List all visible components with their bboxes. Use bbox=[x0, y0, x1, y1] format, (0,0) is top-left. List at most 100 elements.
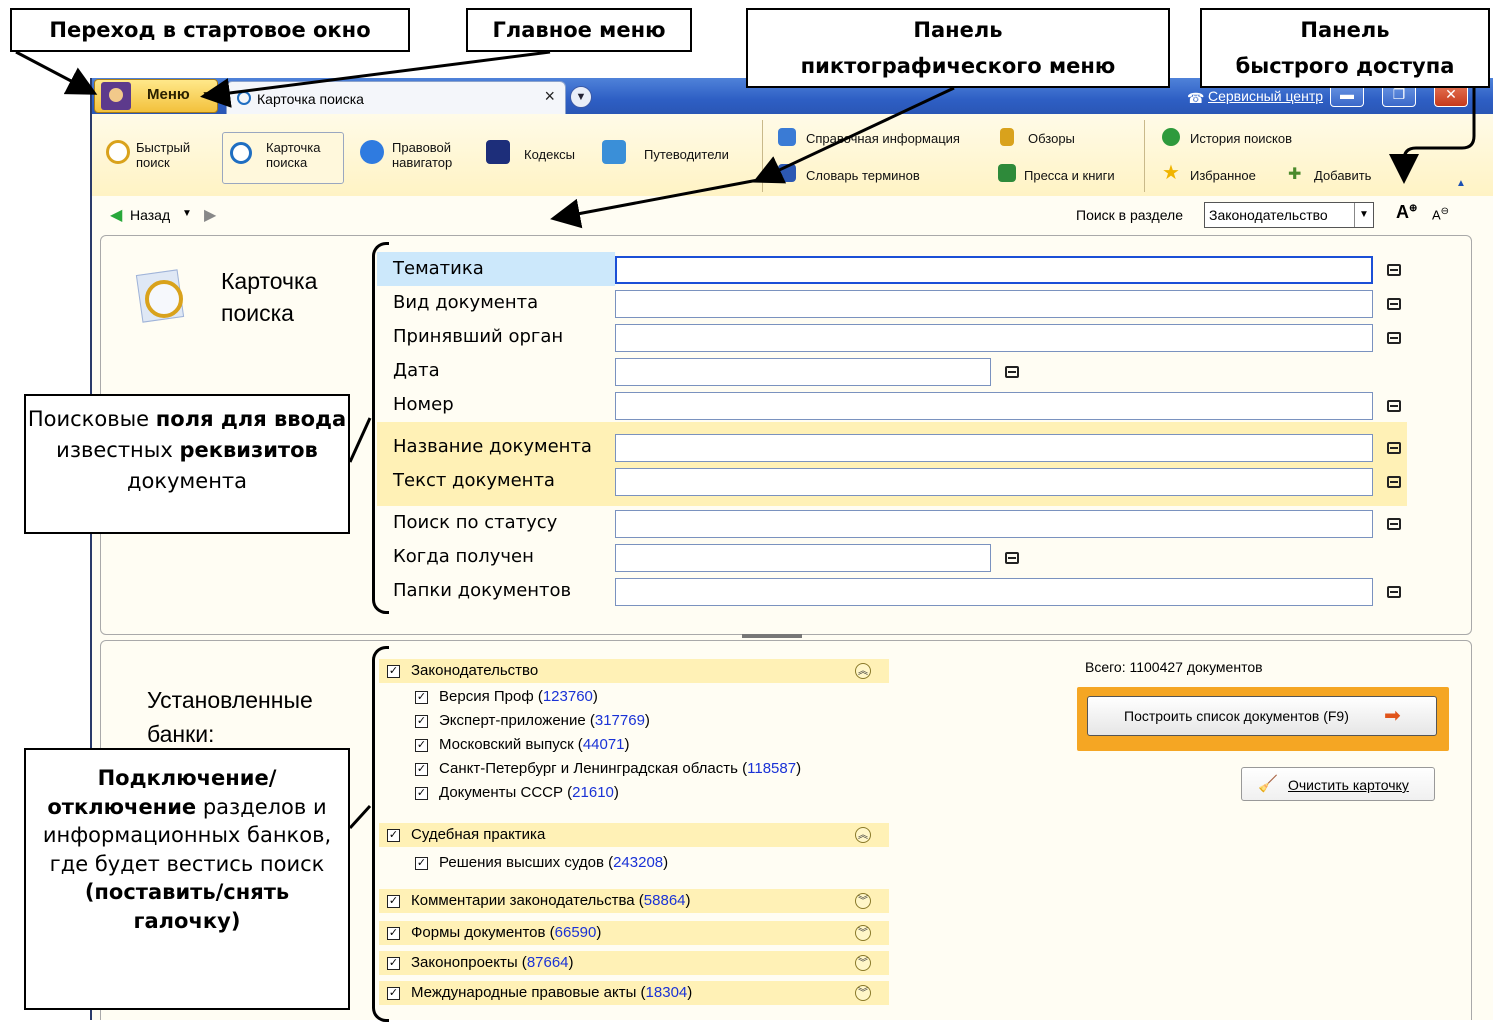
section-select[interactable]: Законодательство ▼ bbox=[1204, 202, 1374, 228]
bank-checkbox[interactable]: ✓ bbox=[415, 739, 428, 752]
forward-arrow-icon[interactable]: ▶ bbox=[204, 205, 216, 225]
panel-splitter[interactable] bbox=[742, 634, 802, 638]
tab-close-button[interactable]: × bbox=[544, 86, 555, 107]
field-label: Папки документов bbox=[393, 580, 572, 601]
codes-button[interactable]: Кодексы bbox=[524, 147, 575, 162]
bank-label: Комментарии законодательства (58864) bbox=[411, 892, 691, 909]
bank-count[interactable]: 317769 bbox=[595, 712, 645, 729]
reviews-button[interactable]: Обзоры bbox=[1028, 131, 1075, 146]
bank-count[interactable]: 87664 bbox=[527, 954, 569, 971]
collapse-group-icon[interactable]: ︽ bbox=[855, 663, 871, 679]
field-input[interactable] bbox=[615, 358, 991, 386]
favorites-button[interactable]: Избранное bbox=[1190, 168, 1256, 183]
field-label: Когда получен bbox=[393, 546, 534, 567]
quick-search-icon[interactable] bbox=[106, 140, 130, 164]
bank-count[interactable]: 66590 bbox=[555, 924, 597, 941]
bank-label: Московский выпуск (44071) bbox=[439, 736, 630, 753]
bank-name: Документы СССР bbox=[439, 784, 563, 801]
field-input[interactable] bbox=[615, 510, 1373, 538]
bank-name: Комментарии законодательства bbox=[411, 892, 635, 909]
bank-count-open: ( bbox=[603, 854, 614, 871]
guides-button[interactable]: Путеводители bbox=[644, 147, 729, 162]
field-label: Дата bbox=[393, 360, 440, 381]
callout-quick-access: Панель быстрого доступа bbox=[1200, 8, 1490, 88]
back-arrow-icon[interactable]: ◀ bbox=[110, 205, 122, 225]
field-list-icon[interactable] bbox=[1005, 552, 1019, 564]
bank-group-row: ✓ Международные правовые акты (18304) ︾ bbox=[379, 981, 889, 1005]
field-list-icon[interactable] bbox=[1387, 476, 1401, 488]
service-center-link[interactable]: Сервисный центр bbox=[1208, 88, 1323, 104]
main-menu-label: Меню bbox=[147, 86, 190, 103]
start-window-avatar-icon[interactable] bbox=[101, 82, 131, 110]
collapse-group-icon[interactable]: ︽ bbox=[855, 827, 871, 843]
tab-list-dropdown-button[interactable]: ▼ bbox=[570, 86, 592, 108]
field-input[interactable] bbox=[615, 544, 991, 572]
expand-group-icon[interactable]: ︾ bbox=[855, 985, 871, 1001]
search-card-icon bbox=[230, 142, 252, 164]
search-history-icon bbox=[1162, 128, 1180, 146]
back-history-dropdown[interactable]: ▼ bbox=[182, 208, 192, 219]
banks-title-line2: банки: bbox=[147, 721, 215, 747]
expand-group-icon[interactable]: ︾ bbox=[855, 955, 871, 971]
bank-count[interactable]: 44071 bbox=[583, 736, 625, 753]
bank-count[interactable]: 243208 bbox=[613, 854, 663, 871]
field-input[interactable] bbox=[615, 324, 1373, 352]
clear-card-button[interactable]: 🧹 Очистить карточку bbox=[1241, 767, 1435, 801]
field-list-icon[interactable] bbox=[1387, 332, 1401, 344]
field-list-icon[interactable] bbox=[1387, 442, 1401, 454]
pictograph-menu-panel: Быстрый поиск Карточка поиска Правовой н… bbox=[92, 114, 1493, 197]
collapse-ribbon-icon[interactable]: ▲ bbox=[1456, 178, 1466, 189]
add-favorite-button[interactable]: Добавить bbox=[1314, 168, 1371, 183]
field-input[interactable] bbox=[615, 392, 1373, 420]
field-list-icon[interactable] bbox=[1387, 298, 1401, 310]
quick-search-button[interactable]: Быстрый поиск bbox=[136, 140, 206, 170]
back-button[interactable]: Назад bbox=[130, 207, 170, 223]
font-increase-icon[interactable]: A⊕ bbox=[1396, 202, 1417, 223]
bank-count[interactable]: 58864 bbox=[644, 892, 686, 909]
chevron-down-icon[interactable]: ▼ bbox=[1354, 203, 1373, 227]
add-favorite-icon: ✚ bbox=[1288, 166, 1302, 183]
field-list-icon[interactable] bbox=[1387, 400, 1401, 412]
field-list-icon[interactable] bbox=[1005, 366, 1019, 378]
bank-item-row: ✓ Решения высших судов (243208) bbox=[407, 851, 837, 875]
field-list-icon[interactable] bbox=[1387, 518, 1401, 530]
bank-group-row: ✓ Формы документов (66590) ︾ bbox=[379, 921, 889, 945]
legal-navigator-button[interactable]: Правовой навигатор bbox=[392, 140, 472, 170]
bank-checkbox[interactable]: ✓ bbox=[415, 715, 428, 728]
build-document-list-button[interactable]: Построить список документов (F9) ➡ bbox=[1087, 696, 1437, 736]
field-list-icon[interactable] bbox=[1387, 586, 1401, 598]
bank-count[interactable]: 21610 bbox=[572, 784, 614, 801]
font-decrease-icon[interactable]: A⊖ bbox=[1432, 206, 1449, 222]
bank-label: Судебная практика bbox=[411, 826, 545, 843]
bank-item-row: ✓ Московский выпуск (44071) bbox=[407, 733, 837, 757]
total-documents-count: Всего: 1100427 документов bbox=[1085, 659, 1263, 675]
callout-fields-bold-1: поля для ввода bbox=[155, 407, 347, 431]
tab-search-card[interactable]: Карточка поиска × bbox=[226, 81, 566, 114]
bank-name: Судебная практика bbox=[411, 826, 546, 843]
bank-checkbox[interactable]: ✓ bbox=[415, 787, 428, 800]
field-input[interactable] bbox=[615, 578, 1373, 606]
expand-group-icon[interactable]: ︾ bbox=[855, 925, 871, 941]
press-books-button[interactable]: Пресса и книги bbox=[1024, 168, 1115, 183]
expand-group-icon[interactable]: ︾ bbox=[855, 893, 871, 909]
field-list-icon[interactable] bbox=[1387, 264, 1401, 276]
field-input[interactable] bbox=[615, 434, 1373, 462]
field-input[interactable] bbox=[615, 256, 1373, 284]
search-history-button[interactable]: История поисков bbox=[1190, 131, 1292, 146]
bank-label: Версия Проф (123760) bbox=[439, 688, 598, 705]
bank-checkbox[interactable]: ✓ bbox=[415, 763, 428, 776]
field-input[interactable] bbox=[615, 290, 1373, 318]
main-menu-button[interactable]: Меню ▼ bbox=[94, 79, 218, 113]
reference-info-button[interactable]: Справочная информация bbox=[806, 131, 960, 146]
bank-count[interactable]: 118587 bbox=[747, 760, 796, 777]
navigation-bar: ◀ Назад ▼ ▶ Поиск в разделе Законодатель… bbox=[92, 196, 1493, 234]
field-input[interactable] bbox=[615, 468, 1373, 496]
bank-name: Законопроекты bbox=[411, 954, 518, 971]
bank-count[interactable]: 123760 bbox=[543, 688, 593, 705]
bank-checkbox[interactable]: ✓ bbox=[415, 691, 428, 704]
build-button-label: Построить список документов (F9) bbox=[1124, 708, 1349, 724]
bank-checkbox[interactable]: ✓ bbox=[415, 857, 428, 870]
bank-count[interactable]: 18304 bbox=[646, 984, 688, 1001]
callout-search-fields: Поисковые поля для ввода известных рекви… bbox=[24, 394, 350, 534]
terms-dictionary-button[interactable]: Словарь терминов bbox=[806, 168, 920, 183]
